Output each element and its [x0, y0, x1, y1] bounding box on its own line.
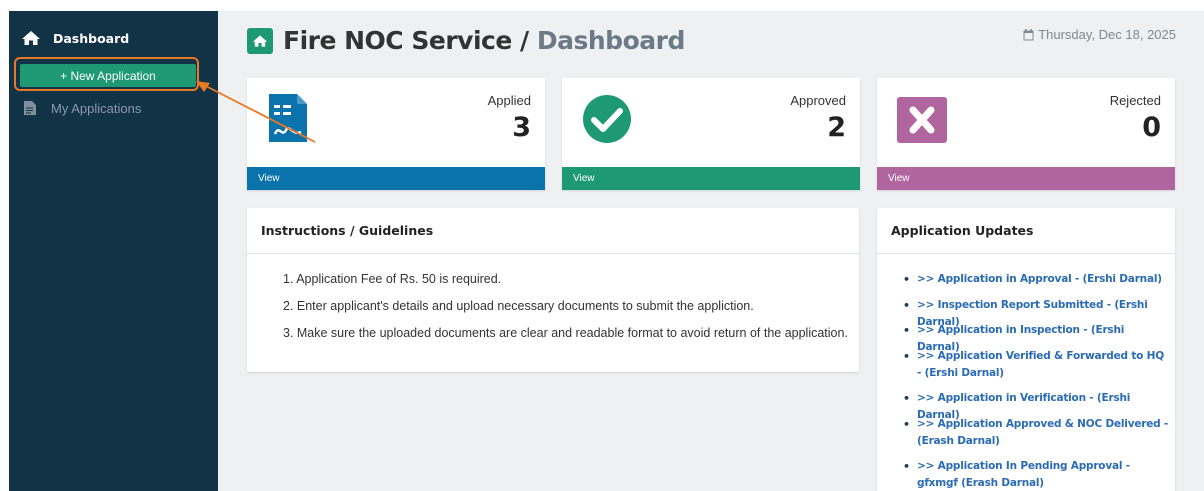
page-title-separator: /	[520, 26, 529, 55]
instruction-item: 3. Make sure the uploaded documents are …	[283, 326, 848, 340]
highlight-box	[14, 57, 199, 91]
card-value: 0	[1142, 112, 1161, 143]
update-link[interactable]: >> Application Verified & Forwarded to H…	[903, 348, 1169, 382]
current-date: Thursday, Dec 18, 2025	[1023, 27, 1176, 42]
stat-card-approved: Approved 2 View	[562, 78, 860, 190]
sidebar: Dashboard + New Application My Applicati…	[9, 11, 218, 491]
sidebar-item-label: Dashboard	[53, 30, 130, 46]
card-value: 2	[827, 112, 846, 143]
page-title-sub: Dashboard	[536, 26, 685, 55]
view-link-label: View	[888, 173, 910, 184]
stat-card-rejected: Rejected 0 View	[877, 78, 1175, 190]
update-link[interactable]: >> Application in Approval - (Ershi Darn…	[903, 271, 1169, 288]
calendar-icon	[1023, 28, 1034, 40]
app-root: Dashboard + New Application My Applicati…	[9, 11, 1204, 491]
card-label: Approved	[790, 93, 846, 108]
update-link[interactable]: >> Application In Pending Approval - gfx…	[903, 458, 1169, 491]
card-view-link[interactable]: View	[247, 167, 545, 190]
sidebar-item-my-applications[interactable]: My Applications	[23, 100, 141, 116]
panel-title: Application Updates	[877, 208, 1175, 254]
date-text: Thursday, Dec 18, 2025	[1038, 27, 1176, 42]
view-link-label: View	[573, 173, 595, 184]
updates-panel: Application Updates >> Application in Ap…	[877, 208, 1175, 491]
instruction-item: 2. Enter applicant's details and upload …	[283, 299, 754, 313]
document-edit-icon	[269, 94, 307, 142]
sidebar-item-label: My Applications	[51, 100, 142, 116]
card-value: 3	[512, 112, 531, 143]
card-view-link[interactable]: View	[562, 167, 860, 190]
page-title: Fire NOC Service / Dashboard	[247, 26, 685, 55]
check-circle-icon	[583, 95, 631, 143]
stat-card-applied: Applied 3 View	[247, 78, 545, 190]
instructions-panel: Instructions / Guidelines 1. Application…	[247, 208, 859, 372]
document-icon	[24, 101, 36, 115]
sidebar-item-dashboard[interactable]: Dashboard	[21, 30, 129, 46]
card-view-link[interactable]: View	[877, 167, 1175, 190]
panel-title: Instructions / Guidelines	[247, 208, 859, 254]
card-label: Rejected	[1109, 93, 1161, 108]
card-label: Applied	[487, 93, 531, 108]
update-link[interactable]: >> Application Approved & NOC Delivered …	[903, 416, 1169, 450]
home-icon	[22, 31, 40, 45]
close-icon	[897, 97, 947, 143]
view-link-label: View	[258, 173, 280, 184]
home-icon	[247, 27, 273, 54]
page-title-main: Fire NOC Service	[283, 26, 512, 55]
instruction-item: 1. Application Fee of Rs. 50 is required…	[283, 272, 502, 286]
main-content: Fire NOC Service / Dashboard Thursday, D…	[218, 11, 1204, 491]
